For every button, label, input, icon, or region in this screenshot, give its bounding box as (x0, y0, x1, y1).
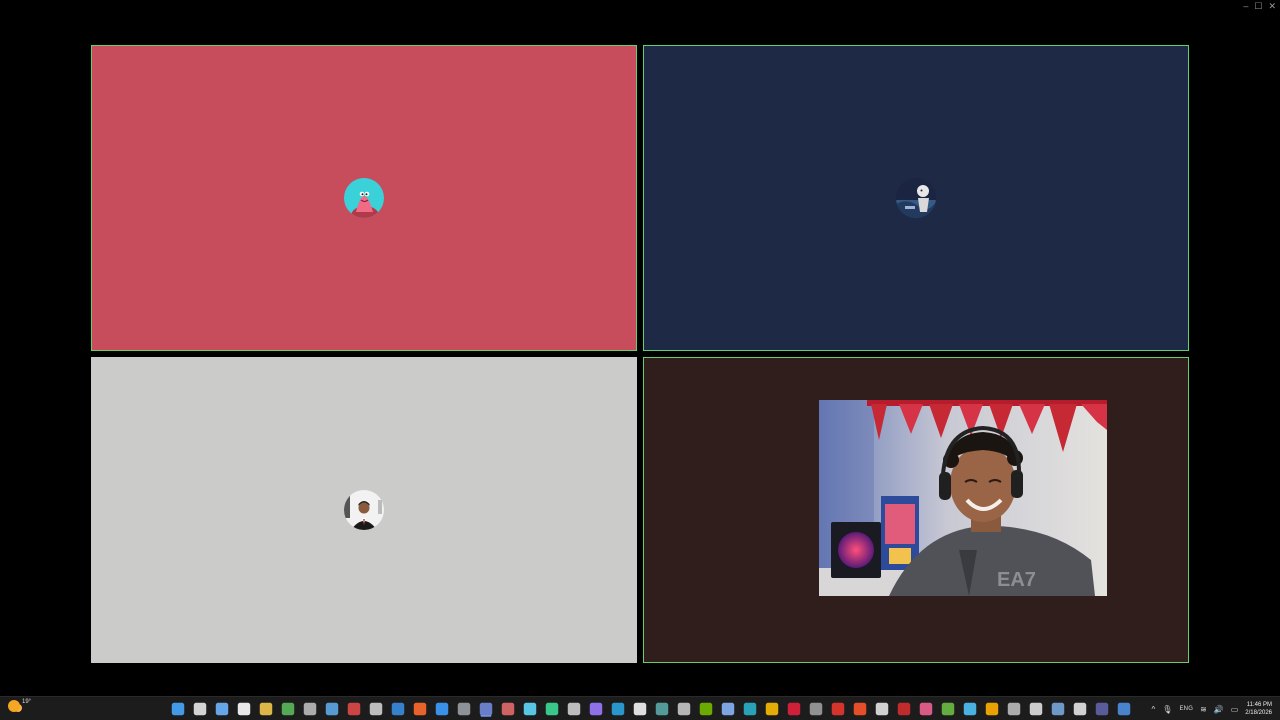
taskbar-pinned-apps (170, 699, 1132, 719)
store-icon[interactable] (677, 702, 691, 716)
minecraft-icon[interactable] (941, 702, 955, 716)
copilot-icon[interactable] (215, 702, 229, 716)
notification-app-icon[interactable] (501, 702, 515, 716)
battery-icon[interactable]: ▭ (1231, 705, 1239, 714)
chrome-icon[interactable] (765, 702, 779, 716)
opera-icon[interactable] (787, 702, 801, 716)
taskbar: 19° ^ 🎙 ENG ≋ 🔊 ▭ 11:46 PM 2/18/2026 (0, 696, 1280, 720)
man-in-suit-avatar (344, 490, 384, 530)
settings-icon[interactable] (369, 702, 383, 716)
participant-tile-3[interactable] (91, 357, 637, 663)
system-tray: ^ 🎙 ENG ≋ 🔊 ▭ 11:46 PM 2/18/2026 (1152, 699, 1272, 719)
gear-app-icon[interactable] (721, 702, 735, 716)
react-icon[interactable] (523, 702, 537, 716)
widgets-icon[interactable] (237, 702, 251, 716)
adobe-icon[interactable] (831, 702, 845, 716)
window-controls: – ☐ ✕ (1243, 0, 1276, 12)
clock-date: 2/18/2026 (1245, 710, 1272, 716)
app-blue-icon[interactable] (391, 702, 405, 716)
clock-time: 11:46 PM (1246, 702, 1272, 708)
green-app-icon[interactable] (545, 702, 559, 716)
search-icon[interactable] (193, 702, 207, 716)
file-explorer-icon[interactable] (259, 702, 273, 716)
minimize-button[interactable]: – (1243, 0, 1248, 12)
input-language-indicator[interactable]: ENG (1179, 706, 1193, 712)
brave-icon[interactable] (853, 702, 867, 716)
nvidia-icon[interactable] (699, 702, 713, 716)
home-app-icon[interactable] (1029, 702, 1043, 716)
app-circle-icon[interactable] (435, 702, 449, 716)
red-app-icon[interactable] (897, 702, 911, 716)
start-icon[interactable] (171, 702, 185, 716)
pink-starfish-avatar (344, 178, 384, 218)
app-x-icon[interactable] (875, 702, 889, 716)
weather-icon (8, 700, 20, 712)
show-hidden-icons-chevron-icon[interactable]: ^ (1152, 705, 1156, 714)
teams-icon[interactable] (1095, 702, 1109, 716)
participant-tile-4[interactable]: EA7 (643, 357, 1189, 663)
maximize-button[interactable]: ☐ (1254, 0, 1262, 12)
image-app-icon[interactable] (1073, 702, 1087, 716)
wifi-icon[interactable]: ≋ (1200, 705, 1207, 714)
participant-tile-2[interactable] (643, 45, 1189, 351)
firefox-icon[interactable] (413, 702, 427, 716)
refresh-app-icon[interactable] (567, 702, 581, 716)
xbox-icon[interactable] (281, 702, 295, 716)
pdf-icon[interactable] (347, 702, 361, 716)
clock[interactable]: 11:46 PM 2/18/2026 (1245, 701, 1272, 717)
discord-icon[interactable] (479, 702, 493, 716)
defender-icon[interactable] (1117, 702, 1131, 716)
shield-app-icon[interactable] (985, 702, 999, 716)
webcam-feed: EA7 (819, 400, 1107, 596)
notepad-icon[interactable] (457, 702, 471, 716)
game-app-icon[interactable] (919, 702, 933, 716)
close-button[interactable]: ✕ (1268, 0, 1276, 12)
telegram-icon[interactable] (611, 702, 625, 716)
volume-icon[interactable]: 🔊 (1214, 705, 1224, 714)
gamer-character-avatar (896, 178, 936, 218)
weather-temperature: 19° (22, 699, 32, 705)
cloud-app-icon[interactable] (1007, 702, 1021, 716)
notion-icon[interactable] (633, 702, 647, 716)
photo-app-icon[interactable] (655, 702, 669, 716)
music-app-icon[interactable] (809, 702, 823, 716)
edge-icon[interactable] (743, 702, 757, 716)
purple-app-icon[interactable] (589, 702, 603, 716)
folder-app-icon[interactable] (1051, 702, 1065, 716)
weather-widget[interactable]: 19° (8, 699, 32, 712)
puzzle-app-icon[interactable] (963, 702, 977, 716)
steam-icon[interactable] (325, 702, 339, 716)
terminal-icon[interactable] (303, 702, 317, 716)
microphone-icon[interactable]: 🎙 (1162, 705, 1172, 714)
participant-tile-1[interactable] (91, 45, 637, 351)
svg-text:EA7: EA7 (997, 569, 1036, 591)
